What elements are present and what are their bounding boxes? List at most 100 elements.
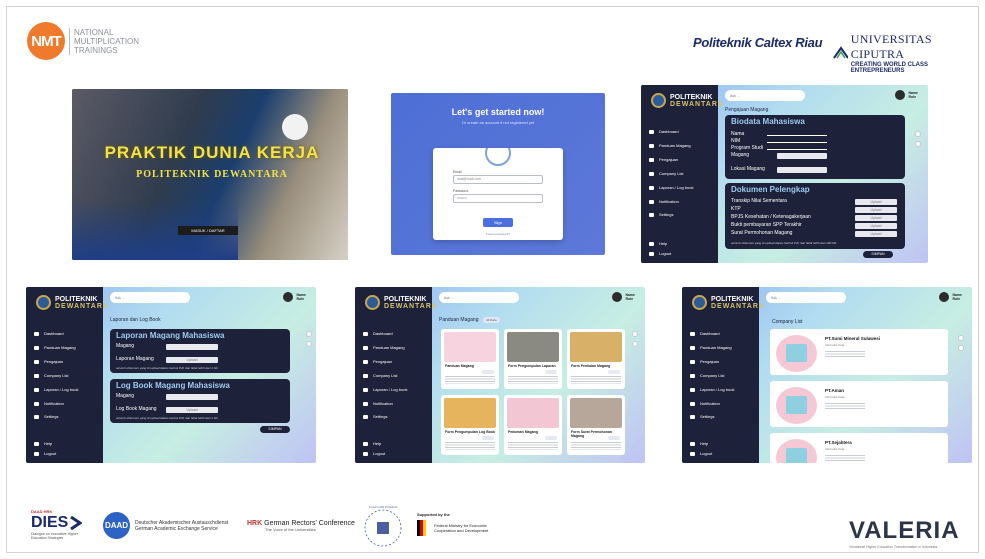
nav-dashboard[interactable]: Dashboard [690, 331, 720, 336]
banner-login-button[interactable]: MASUK / DAFTAR [178, 226, 238, 235]
upload-spp[interactable]: Upload [855, 223, 897, 229]
scroll-down-icon[interactable] [306, 341, 312, 347]
page-title: Company List [772, 319, 803, 325]
nav-notification[interactable]: Notification [690, 401, 720, 406]
guide-card[interactable]: Form Penilaian Magang [567, 329, 625, 389]
upload-bpjs[interactable]: Upload [855, 215, 897, 221]
sidebar: POLITEKNIK DEWANTARA Dashboard Panduan Ma… [355, 287, 437, 463]
scroll-up-icon[interactable] [632, 331, 638, 337]
nav-company-list[interactable]: Company List [649, 171, 683, 176]
ciputra-mark-icon [833, 46, 848, 59]
book-icon [690, 345, 695, 350]
company-card[interactable]: PT.Sejahtera Informasi Kata [770, 433, 948, 463]
scroll-up-icon[interactable] [958, 335, 964, 341]
laptop-icon [363, 387, 368, 392]
upload-laporan[interactable]: Upload [166, 357, 218, 363]
check-icon [363, 359, 368, 364]
nav-help[interactable]: Help [363, 441, 381, 446]
nav-logout[interactable]: Logout [649, 251, 671, 256]
nav-laporan[interactable]: Laporan / Log book [649, 185, 693, 190]
nav-company-list[interactable]: Company List [363, 373, 397, 378]
nav-pengajuan[interactable]: Pengajuan [690, 359, 719, 364]
nav-help[interactable]: Help [649, 241, 667, 246]
search-input[interactable]: Ask ... [439, 292, 519, 303]
nav-logout[interactable]: Logout [34, 451, 56, 456]
logbook-magang-select[interactable] [166, 394, 218, 400]
nav-panduan[interactable]: Panduan Magang [363, 345, 405, 350]
help-icon [649, 241, 654, 246]
dies-logo: DAAD HRK DIES Dialogue on Innovative Hig… [31, 509, 91, 540]
forgot-password-link[interactable]: Forgot password? [433, 232, 563, 236]
nav-help[interactable]: Help [690, 441, 708, 446]
user-menu[interactable]: Name Role [612, 292, 635, 302]
nav-dashboard[interactable]: Dashboard [649, 129, 679, 134]
banner-title: PRAKTIK DUNIA KERJA [104, 143, 320, 162]
avatar [283, 292, 294, 302]
nav-settings[interactable]: Settings [690, 414, 714, 419]
nav-pengajuan[interactable]: Pengajuan [363, 359, 392, 364]
nav-panduan[interactable]: Panduan Magang [649, 143, 691, 148]
nav-laporan[interactable]: Laporan / Log book [690, 387, 734, 392]
laporan-magang-select[interactable] [166, 344, 218, 350]
scroll-down-icon[interactable] [915, 141, 921, 147]
avatar [939, 292, 950, 302]
user-menu[interactable]: Name Role [895, 90, 918, 100]
company-card[interactable]: PT.Sumi Mineral Sulawesi Informasi Kata [770, 329, 948, 375]
magang-select[interactable] [777, 153, 827, 159]
password-input[interactable]: •••••••• [453, 194, 543, 203]
user-menu[interactable]: Name Role [939, 292, 962, 302]
nav-help[interactable]: Help [34, 441, 52, 446]
company-list-screenshot: POLITEKNIK DEWANTARA Dashboard Panduan Ma… [682, 287, 972, 463]
nav-dashboard[interactable]: Dashboard [34, 331, 64, 336]
scroll-down-icon[interactable] [632, 341, 638, 347]
nav-company-list[interactable]: Company List [690, 373, 724, 378]
user-menu[interactable]: Name Role [283, 292, 306, 302]
scroll-up-icon[interactable] [915, 131, 921, 137]
guide-card[interactable]: Form Pengumpulan Laporan [504, 329, 562, 389]
bell-icon [649, 199, 654, 204]
lokasi-select[interactable] [777, 167, 827, 173]
guide-card[interactable]: Form Pengumpulan Log Book [441, 395, 499, 455]
nav-settings[interactable]: Settings [363, 414, 387, 419]
save-button[interactable]: SIMPAN [260, 426, 290, 433]
logout-icon [690, 451, 695, 456]
upload-logbook[interactable]: Upload [166, 407, 218, 413]
nav-settings[interactable]: Settings [649, 212, 673, 217]
scroll-up-icon[interactable] [306, 331, 312, 337]
nav-logout[interactable]: Logout [690, 451, 712, 456]
upload-transkip[interactable]: Upload [855, 199, 897, 205]
slide-frame: NMT NATIONAL MULTIPLICATION TRAININGS Po… [6, 6, 979, 553]
nav-laporan[interactable]: Laporan / Log book [34, 387, 78, 392]
signin-button[interactable]: Sign [483, 218, 513, 227]
nav-settings[interactable]: Settings [34, 414, 58, 419]
sidebar: POLITEKNIK DEWANTARA Dashboard Panduan Ma… [26, 287, 108, 463]
scroll-down-icon[interactable] [958, 345, 964, 351]
nav-panduan[interactable]: Panduan Magang [34, 345, 76, 350]
password-label: Password [453, 189, 469, 193]
nav-laporan[interactable]: Laporan / Log book [363, 387, 407, 392]
nav-panduan[interactable]: Panduan Magang [690, 345, 732, 350]
upload-surat[interactable]: Upload [855, 231, 897, 237]
email-input[interactable]: mail@mail.com [453, 175, 543, 184]
nav-notification[interactable]: Notification [649, 199, 679, 204]
nav-pengajuan[interactable]: Pengajuan [34, 359, 63, 364]
search-input[interactable]: Ask ... [766, 292, 846, 303]
company-card[interactable]: PT.Aman Informasi Kata [770, 381, 948, 427]
nav-pengajuan[interactable]: Pengajuan [649, 157, 678, 162]
upload-ktp[interactable]: Upload [855, 207, 897, 213]
save-button[interactable]: SIMPAN [863, 251, 893, 258]
nav-notification[interactable]: Notification [363, 401, 393, 406]
guide-card[interactable]: Form Surat Permohonan Magang [567, 395, 625, 455]
nmt-mark: NMT [27, 22, 65, 60]
search-input[interactable]: Ask ... [725, 90, 805, 101]
nav-logout[interactable]: Logout [363, 451, 385, 456]
home-icon [690, 373, 695, 378]
nav-dashboard[interactable]: Dashboard [363, 331, 393, 336]
guide-card[interactable]: Panduan Magang [441, 329, 499, 389]
search-input[interactable]: Ask ... [110, 292, 190, 303]
nav-notification[interactable]: Notification [34, 401, 64, 406]
guide-card[interactable]: Pedoman Magang [504, 395, 562, 455]
nav-company-list[interactable]: Company List [34, 373, 68, 378]
company-image [776, 335, 817, 372]
filter-dropdown[interactable]: All Data [483, 317, 500, 323]
